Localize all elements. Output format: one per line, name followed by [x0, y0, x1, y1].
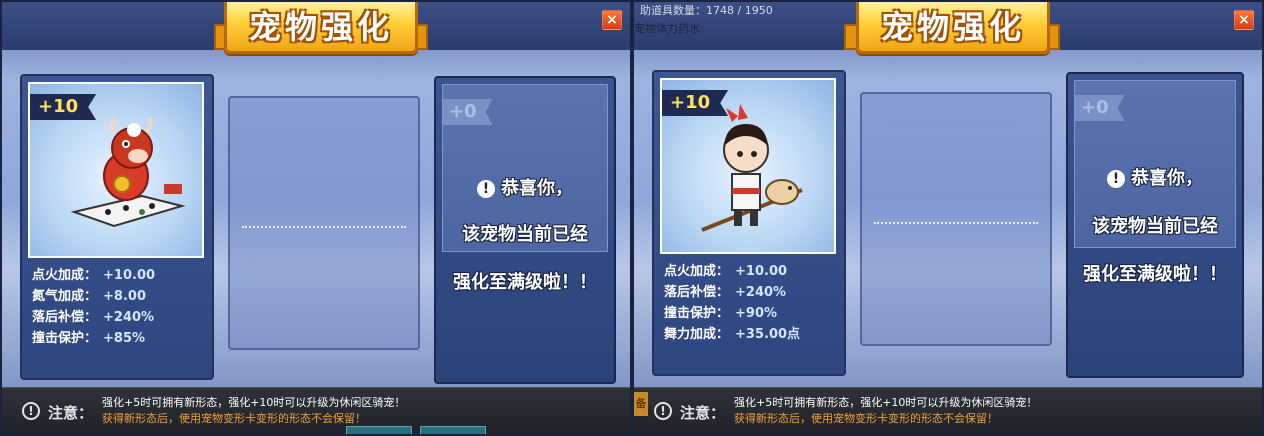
- note-line-2: 获得新形态后，使用宠物变形卡变形的形态不会保留！: [734, 412, 998, 425]
- note-label: 注意：: [48, 404, 94, 422]
- result-level-badge: +0: [443, 99, 493, 125]
- footer-button[interactable]: [346, 426, 412, 434]
- stat-row: 撞击保护： +90%: [664, 302, 800, 323]
- pet-card: +10 点火加成： +10.00 氮气加成： +8.00 落后补偿： +240% 撞击…: [20, 74, 214, 380]
- congrats-line-1: ! 恭喜你，: [1068, 164, 1242, 190]
- congrats-line-2: 该宠物当前已经: [462, 224, 588, 245]
- alert-icon: !: [1107, 170, 1125, 188]
- pet-stats: 点火加成： +10.00 落后补偿： +240% 撞击保护： +90% 舞力加成： +3…: [664, 260, 800, 344]
- alert-icon: !: [477, 180, 495, 198]
- congrats-line-2: 该宠物当前已经: [1092, 216, 1218, 237]
- note-line-1: 强化+5时可拥有新形态，强化+10时可以升级为休闲区骑宠！: [734, 396, 1038, 409]
- result-card: +0 ! 恭喜你， 该宠物当前已经 强化至满级啦！！: [434, 76, 616, 384]
- pet-portrait-frame[interactable]: +10: [28, 82, 204, 258]
- stat-value: +8.00: [103, 289, 146, 304]
- stat-value: +90%: [735, 306, 778, 321]
- stat-value: +10.00: [735, 264, 788, 279]
- title-banner: 宠物强化: [224, 2, 418, 54]
- stat-value: +240%: [103, 310, 155, 325]
- congrats-line-3: 强化至满级啦！！: [453, 272, 597, 293]
- window-title: 宠物强化: [880, 8, 1025, 46]
- title-banner: 宠物强化: [856, 2, 1050, 54]
- note-label: 注意：: [680, 404, 726, 422]
- note-footer: ! 注意： 强化+5时可拥有新形态，强化+10时可以升级为休闲区骑宠！ 获得新形…: [2, 387, 630, 434]
- pet-upgrade-window-left: 宠物强化 × +10 点火加成： +10.00 氮气加成： +8.00 落后补偿…: [0, 0, 632, 436]
- stat-name: 舞力加成：: [664, 327, 730, 342]
- close-button[interactable]: ×: [602, 10, 622, 30]
- pet-card: +10 点火加成： +10.00 落后补偿： +240% 撞击保护： +90% 舞力加…: [652, 70, 846, 376]
- note-line-2: 获得新形态后，使用宠物变形卡变形的形态不会保留！: [102, 412, 366, 425]
- stat-row: 落后补偿： +240%: [664, 281, 800, 302]
- close-button[interactable]: ×: [1234, 10, 1254, 30]
- window-title: 宠物强化: [248, 8, 393, 46]
- pet-stats: 点火加成： +10.00 氮气加成： +8.00 落后补偿： +240% 撞击保护： +…: [32, 264, 155, 348]
- stat-row: 落后补偿： +240%: [32, 306, 155, 327]
- footer-button[interactable]: [420, 426, 486, 434]
- item-count-text: 助道具数量：1748 / 1950: [640, 4, 773, 17]
- material-slot[interactable]: [860, 92, 1052, 346]
- pet-upgrade-window-right: 助道具数量：1748 / 1950 宠物体力药水 宠物强化 × +10 点火加成…: [632, 0, 1264, 436]
- result-level-badge: +0: [1075, 95, 1125, 121]
- stat-value: +35.00点: [735, 327, 801, 342]
- pet-level-badge: +10: [662, 90, 729, 116]
- side-button[interactable]: 备: [634, 392, 648, 416]
- stat-row: 氮气加成： +8.00: [32, 285, 155, 306]
- note-line-1: 强化+5时可拥有新形态，强化+10时可以升级为休闲区骑宠！: [102, 396, 406, 409]
- stat-name: 撞击保护：: [32, 331, 98, 346]
- info-icon: !: [22, 402, 40, 420]
- stat-value: +85%: [103, 331, 146, 346]
- material-slot[interactable]: [228, 96, 420, 350]
- stat-name: 点火加成：: [664, 264, 730, 279]
- stat-name: 落后补偿：: [664, 285, 730, 300]
- slot-divider: [242, 226, 406, 228]
- result-card: +0 ! 恭喜你， 该宠物当前已经 强化至满级啦！！: [1066, 72, 1244, 378]
- stat-name: 撞击保护：: [664, 306, 730, 321]
- info-icon: !: [654, 402, 672, 420]
- stat-row: 舞力加成： +35.00点: [664, 323, 800, 344]
- stat-value: +240%: [735, 285, 787, 300]
- slot-divider: [874, 222, 1038, 224]
- pet-level-badge: +10: [30, 94, 97, 120]
- stat-row: 点火加成： +10.00: [664, 260, 800, 281]
- stat-name: 落后补偿：: [32, 310, 98, 325]
- stat-name: 点火加成：: [32, 268, 98, 283]
- congrats-line-1: ! 恭喜你，: [436, 174, 614, 200]
- congrats-line-3: 强化至满级啦！！: [1083, 264, 1227, 285]
- congrats-text-1: 恭喜你，: [1131, 168, 1203, 189]
- note-footer: 备 ! 注意： 强化+5时可拥有新形态，强化+10时可以升级为休闲区骑宠！ 获得…: [634, 387, 1262, 434]
- stat-value: +10.00: [103, 268, 156, 283]
- pet-portrait-frame[interactable]: +10: [660, 78, 836, 254]
- stat-name: 氮气加成：: [32, 289, 98, 304]
- item-name-text: 宠物体力药水: [634, 22, 700, 35]
- stat-row: 撞击保护： +85%: [32, 327, 155, 348]
- stat-row: 点火加成： +10.00: [32, 264, 155, 285]
- congrats-text-1: 恭喜你，: [501, 178, 573, 199]
